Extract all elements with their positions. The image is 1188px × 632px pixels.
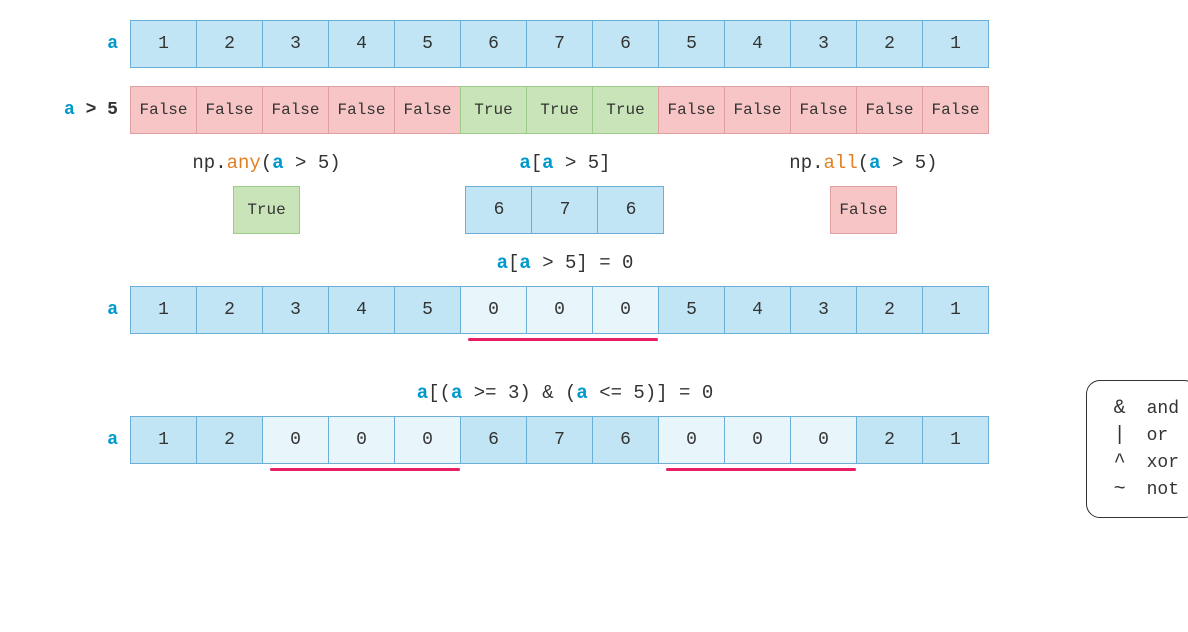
cell: 4 bbox=[724, 20, 791, 68]
underline-bar bbox=[468, 338, 658, 341]
cell-changed: 0 bbox=[724, 416, 791, 464]
underline-bar bbox=[666, 468, 856, 471]
cell-changed: 0 bbox=[790, 416, 857, 464]
operators-legend: & and | or ^ xor ~ not bbox=[1086, 380, 1188, 518]
all-result: False bbox=[830, 186, 897, 234]
operations-row: np.any(a > 5) True a[a > 5] 6 7 6 np.all… bbox=[130, 152, 1000, 234]
cell-false: False bbox=[790, 86, 857, 134]
cell-changed: 0 bbox=[394, 416, 461, 464]
cell: 1 bbox=[130, 286, 197, 334]
cell: 5 bbox=[394, 20, 461, 68]
legend-word: or bbox=[1135, 426, 1169, 446]
cell-false: False bbox=[724, 86, 791, 134]
cell: 5 bbox=[658, 286, 725, 334]
cell: 2 bbox=[856, 286, 923, 334]
legend-sym: & bbox=[1105, 397, 1135, 420]
legend-sym: ^ bbox=[1105, 451, 1135, 474]
cell-true: True bbox=[526, 86, 593, 134]
label-a-compound: a bbox=[20, 430, 130, 450]
cell: 4 bbox=[328, 286, 395, 334]
cell: 4 bbox=[328, 20, 395, 68]
legend-row: & and bbox=[1105, 397, 1179, 420]
expr-assign1: a[a > 5] = 0 bbox=[130, 252, 1000, 274]
cell: 2 bbox=[196, 286, 263, 334]
cell: 6 bbox=[460, 416, 527, 464]
cell: 3 bbox=[262, 286, 329, 334]
any-title: np.any(a > 5) bbox=[192, 152, 340, 174]
index-title: a[a > 5] bbox=[465, 152, 664, 174]
legend-sym: ~ bbox=[1105, 478, 1135, 501]
any-block: np.any(a > 5) True bbox=[192, 152, 340, 234]
array-a-row: a 1 2 3 4 5 6 7 6 5 4 3 2 1 bbox=[20, 20, 1188, 68]
cell-false: False bbox=[922, 86, 989, 134]
cell-false: False bbox=[394, 86, 461, 134]
cell-changed: 0 bbox=[460, 286, 527, 334]
cell-false: False bbox=[196, 86, 263, 134]
cell: 3 bbox=[790, 20, 857, 68]
cell-false: False bbox=[328, 86, 395, 134]
cell-true: True bbox=[460, 86, 527, 134]
label-a: a bbox=[20, 34, 130, 54]
expr-assign2: a[(a >= 3) & (a <= 5)] = 0 bbox=[130, 382, 1000, 404]
cell-changed: 0 bbox=[262, 416, 329, 464]
cell: 3 bbox=[790, 286, 857, 334]
cell: 5 bbox=[658, 20, 725, 68]
cell: 2 bbox=[196, 416, 263, 464]
label-gt5: a > 5 bbox=[20, 100, 130, 120]
cell: 1 bbox=[130, 20, 197, 68]
cell: 4 bbox=[724, 286, 791, 334]
cell-changed: 0 bbox=[658, 416, 725, 464]
legend-sym: | bbox=[1105, 424, 1135, 447]
cell-false: False bbox=[856, 86, 923, 134]
array-gt5-row: a > 5 False False False False False True… bbox=[20, 86, 1188, 134]
cell: 1 bbox=[922, 20, 989, 68]
legend-row: | or bbox=[1105, 424, 1179, 447]
legend-row: ~ not bbox=[1105, 478, 1179, 501]
array-a-compound-row: a 1 2 0 0 0 6 7 6 0 0 0 2 1 bbox=[20, 416, 1188, 464]
cell: 5 bbox=[394, 286, 461, 334]
cell: 1 bbox=[922, 286, 989, 334]
any-result: True bbox=[233, 186, 300, 234]
label-a-reset: a bbox=[20, 300, 130, 320]
legend-word: and bbox=[1135, 399, 1179, 419]
cell: 6 bbox=[465, 186, 532, 234]
cell-true: True bbox=[592, 86, 659, 134]
cell: 2 bbox=[856, 416, 923, 464]
all-block: np.all(a > 5) False bbox=[789, 152, 937, 234]
cell-changed: 0 bbox=[592, 286, 659, 334]
cell: 2 bbox=[856, 20, 923, 68]
cell-false: False bbox=[658, 86, 725, 134]
legend-word: xor bbox=[1135, 453, 1179, 473]
cell-changed: 0 bbox=[526, 286, 593, 334]
cell: 1 bbox=[130, 416, 197, 464]
cell-false: False bbox=[262, 86, 329, 134]
all-title: np.all(a > 5) bbox=[789, 152, 937, 174]
cell: 7 bbox=[526, 416, 593, 464]
cell: 7 bbox=[526, 20, 593, 68]
cell: 2 bbox=[196, 20, 263, 68]
index-block: a[a > 5] 6 7 6 bbox=[465, 152, 664, 234]
cell: 6 bbox=[460, 20, 527, 68]
cell: 6 bbox=[592, 20, 659, 68]
cell-changed: 0 bbox=[328, 416, 395, 464]
legend-word: not bbox=[1135, 480, 1179, 500]
cell: 7 bbox=[531, 186, 598, 234]
cell: 6 bbox=[597, 186, 664, 234]
legend-row: ^ xor bbox=[1105, 451, 1179, 474]
cell: 3 bbox=[262, 20, 329, 68]
array-a-reset-row: a 1 2 3 4 5 0 0 0 5 4 3 2 1 bbox=[20, 286, 1188, 334]
underline-bar bbox=[270, 468, 460, 471]
cell-false: False bbox=[130, 86, 197, 134]
cell: 1 bbox=[922, 416, 989, 464]
cell: 6 bbox=[592, 416, 659, 464]
